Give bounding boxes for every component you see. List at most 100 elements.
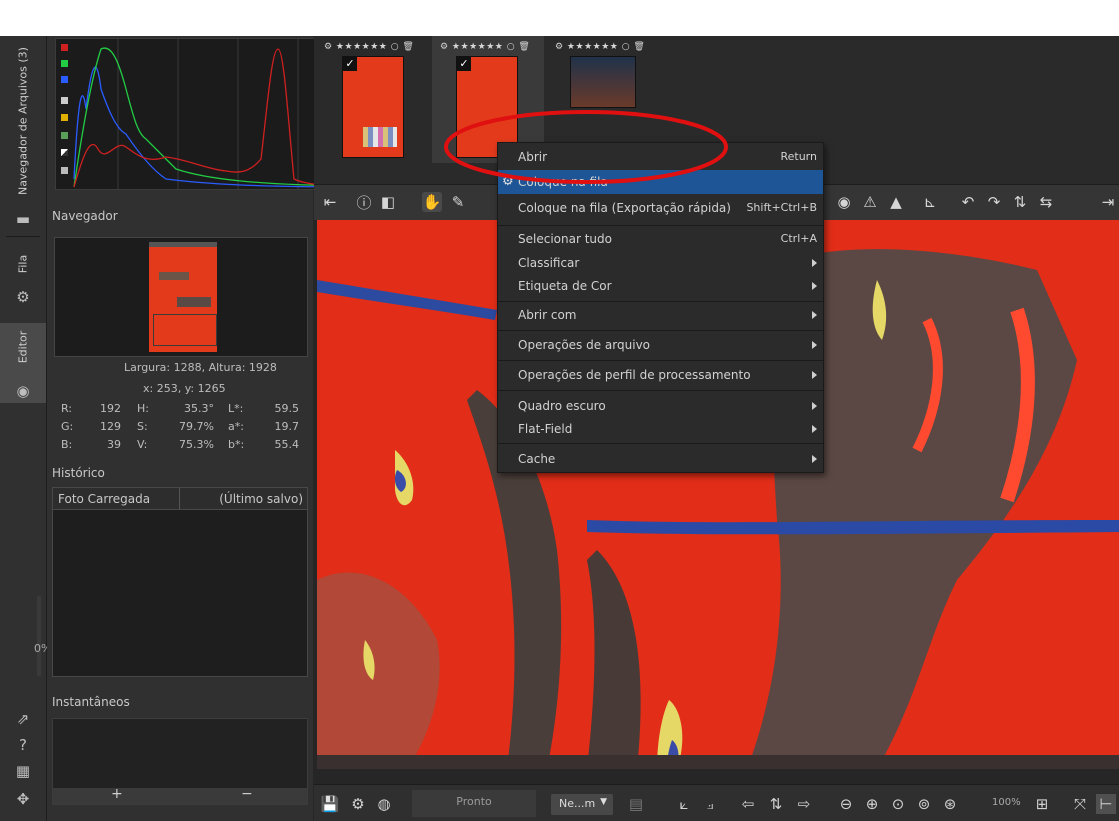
sync-icon[interactable]: ⇅ [766,794,786,814]
next-image-icon[interactable]: ⇨ [794,794,814,814]
menu-item-dark-frame[interactable]: Quadro escuro [498,394,823,418]
zoom-out-icon[interactable]: ⊖ [836,794,856,814]
history-title: Histórico [52,466,105,480]
cursor-coords-text: x: 253, y: 1265 [143,382,226,395]
new-detail-window-icon[interactable]: ⇗ [12,708,34,730]
bstar-label: b*: [228,438,245,451]
new-detail-window-icon[interactable]: ⊞ [1032,794,1052,814]
navigator-viewport-rect[interactable] [153,314,217,346]
menu-item-label: Coloque na fila [518,175,608,189]
menu-item-label: Coloque na fila (Exportação rápida) [518,201,731,215]
keyboard-shortcuts-icon[interactable]: ▦ [12,760,34,782]
rotate-left-icon[interactable]: ↶ [958,192,978,212]
info-icon[interactable]: ⓘ [354,192,374,212]
submenu-arrow-icon [812,455,817,463]
nav-crop-icon[interactable]: ⟓ [700,794,720,814]
menu-item-rank[interactable]: Classificar [498,251,823,275]
g-value: 129 [100,420,121,433]
external-editor-icon[interactable]: ◍ [374,794,394,814]
folder-icon[interactable]: ▬ [12,208,34,230]
hand-tool-icon[interactable]: ✋ [422,192,442,212]
r-value: 192 [100,402,121,415]
gears-icon[interactable]: ⚙ [12,286,34,308]
preview-mode-icon[interactable]: ◉ [834,192,854,212]
a-value: 19.7 [274,420,300,433]
zoom-100-icon[interactable]: ⊛ [940,794,960,814]
menu-separator [498,330,823,331]
menu-item-flat-field[interactable]: Flat-Field [498,417,823,441]
menu-separator [498,360,823,361]
zoom-fit-icon[interactable]: ⊙ [888,794,908,814]
zoom-in-icon[interactable]: ⊕ [862,794,882,814]
previous-image-icon[interactable]: ⇦ [738,794,758,814]
histogram-curves [73,39,357,189]
flip-horizontal-icon[interactable]: ⇆ [1036,192,1056,212]
menu-item-open-with[interactable]: Abrir com [498,303,823,327]
menu-item-label: Operações de arquivo [518,338,651,352]
menu-item-shortcut: Ctrl+A [780,232,817,245]
warning-shadows-icon[interactable]: ⚠ [860,192,880,212]
history-list[interactable]: Foto Carregada (Último salvo) [52,487,308,677]
thumbnail-meta: ⚙ ★★★★★★ ○ 🗑 [440,42,531,52]
tab-separator [6,236,40,237]
s-label: S: [137,420,148,433]
thumbnail-meta: ⚙ ★★★★★★ ○ 🗑 [555,42,646,52]
gamut-icon[interactable]: ▤ [626,794,646,814]
submenu-arrow-icon [812,425,817,433]
menu-item-cache[interactable]: Cache [498,447,823,471]
help-icon[interactable]: ? [12,734,34,756]
thumbnail-meta: ⚙ ★★★★★★ ○ 🗑 [324,42,415,52]
hide-filmstrip-icon[interactable]: ⊢ [1096,794,1116,814]
remove-snapshot-button[interactable]: − [241,786,253,802]
snapshots-toolbar: + − [53,786,307,804]
hide-right-panel-icon[interactable]: ⇥ [1098,192,1118,212]
menu-item-label: Flat-Field [518,422,573,436]
flip-vertical-icon[interactable]: ⇅ [1010,192,1030,212]
save-icon[interactable]: 💾 [320,794,340,814]
fullscreen-icon[interactable]: ⤧ [1070,794,1090,814]
history-row[interactable]: Foto Carregada (Último salvo) [53,488,307,510]
zoom-level: 100% [992,797,1021,808]
menu-separator [498,443,823,444]
add-snapshot-button[interactable]: + [111,786,123,802]
zoom-slider-track[interactable] [37,596,41,676]
s-value: 79.7% [179,420,214,433]
white-balance-picker-icon[interactable]: ✎ [448,192,468,212]
navigator-thumbnail [149,242,217,352]
menu-item-put-in-queue[interactable]: ⚙ Coloque na fila [498,170,823,194]
tab-editor[interactable]: Editor [17,331,30,364]
menu-item-open[interactable]: Abrir Return [498,145,823,169]
snapshots-list[interactable]: + − [52,718,308,805]
zoom-fit-crop-icon[interactable]: ⊚ [914,794,934,814]
before-after-icon[interactable]: ◧ [378,192,398,212]
menu-item-put-in-queue-fast-export[interactable]: Coloque na fila (Exportação rápida) Shif… [498,196,823,220]
queue-icon[interactable]: ⚙ [348,794,368,814]
crop-icon[interactable]: ⟀ [674,794,694,814]
tab-queue[interactable]: Fila [17,255,30,273]
rotate-right-icon[interactable]: ↷ [984,192,1004,212]
menu-item-color-label[interactable]: Etiqueta de Cor [498,274,823,298]
menu-item-profile-operations[interactable]: Operações de perfil de processamento [498,363,823,387]
move-panels-icon[interactable]: ✥ [12,788,34,810]
tab-file-browser[interactable]: Navegador de Arquivos (3) [17,47,30,195]
navigator-preview[interactable] [54,237,308,357]
straighten-icon[interactable]: ⊾ [920,192,940,212]
warning-highlights-icon[interactable]: ▲ [886,192,906,212]
r-label: R: [61,402,73,415]
menu-separator [498,390,823,391]
hide-left-panel-icon[interactable]: ⇤ [320,192,340,212]
submenu-arrow-icon [812,402,817,410]
check-icon[interactable]: ✓ [457,57,471,71]
output-profile-select[interactable]: Ne...m ▼ [551,794,613,815]
film-thumbnail-1[interactable]: ⚙ ★★★★★★ ○ 🗑 ✓ [316,36,428,163]
menu-separator [498,301,823,302]
chevron-down-icon: ▼ [600,797,607,807]
aperture-icon[interactable]: ◉ [12,380,34,402]
image-size-text: Largura: 1288, Altura: 1928 [124,361,277,374]
menu-item-select-all[interactable]: Selecionar tudo Ctrl+A [498,227,823,251]
h-label: H: [137,402,149,415]
menu-item-file-operations[interactable]: Operações de arquivo [498,333,823,357]
color-checker [363,127,397,147]
menu-item-label: Operações de perfil de processamento [518,368,751,382]
check-icon[interactable]: ✓ [343,57,357,71]
